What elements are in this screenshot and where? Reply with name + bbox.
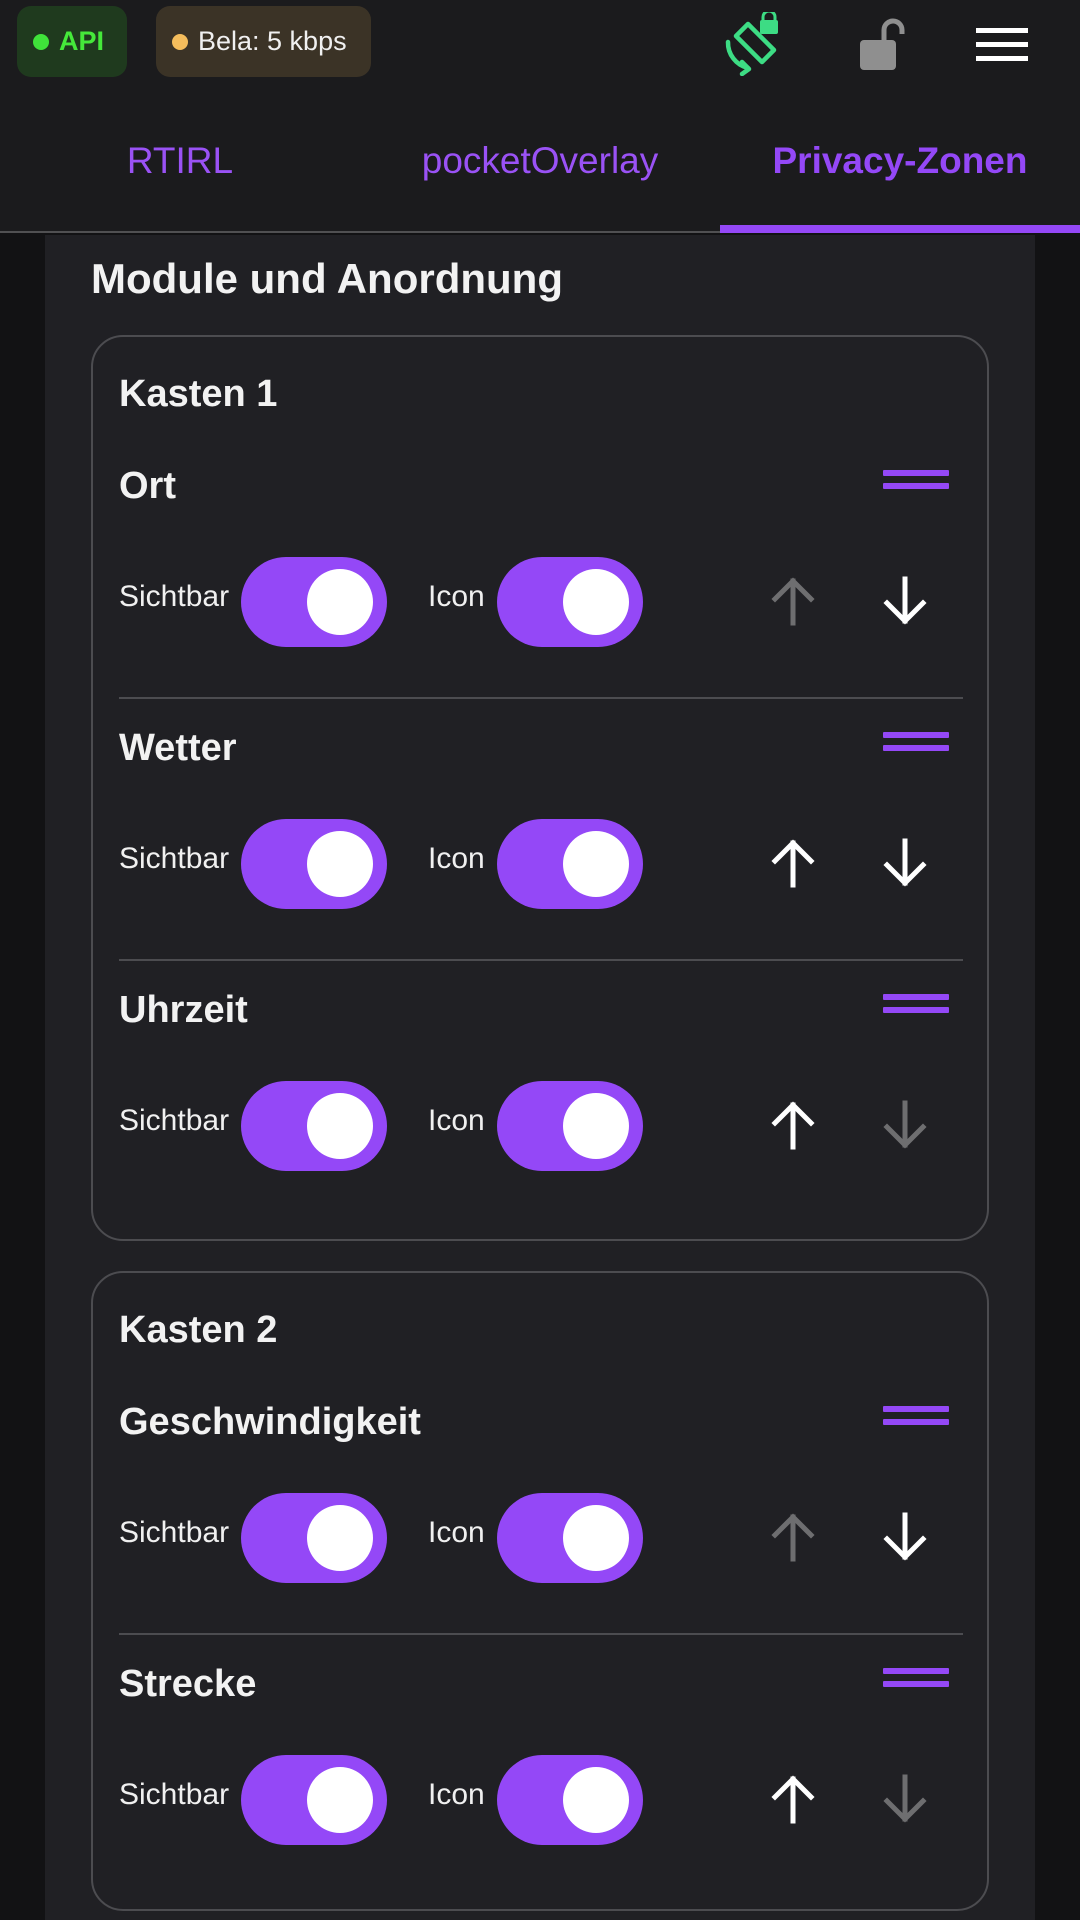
icon-label: Icon bbox=[428, 580, 485, 613]
arrow-down-icon[interactable] bbox=[877, 573, 933, 629]
icon-label: Icon bbox=[428, 1778, 485, 1811]
section-title: Module und Anordnung bbox=[91, 255, 563, 302]
drag-handle-icon[interactable] bbox=[883, 465, 949, 495]
arrow-down-icon[interactable] bbox=[877, 1097, 933, 1153]
arrow-up-icon[interactable] bbox=[765, 1097, 821, 1153]
visible-label: Sichtbar bbox=[119, 842, 230, 875]
menu-icon[interactable] bbox=[970, 12, 1034, 76]
box-title: Kasten 2 bbox=[119, 1309, 278, 1351]
module-name: Geschwindigkeit bbox=[119, 1401, 421, 1443]
visible-label: Sichtbar bbox=[119, 1516, 230, 1549]
arrow-up-icon[interactable] bbox=[765, 835, 821, 891]
api-status-dot bbox=[33, 33, 49, 50]
box-1: Kasten 1 Ort Sichtbar Icon Wetter Sichtb… bbox=[91, 335, 989, 1241]
visible-toggle[interactable] bbox=[241, 1493, 387, 1583]
arrow-down-icon[interactable] bbox=[877, 1509, 933, 1565]
visible-label: Sichtbar bbox=[119, 580, 230, 613]
visible-toggle[interactable] bbox=[241, 557, 387, 647]
tab-rtirl[interactable]: RTIRL bbox=[0, 88, 360, 233]
box-2: Kasten 2 Geschwindigkeit Sichtbar Icon S… bbox=[91, 1271, 989, 1911]
module-strecke: Strecke Sichtbar Icon bbox=[119, 1635, 963, 1897]
module-geschwindigkeit: Geschwindigkeit Sichtbar Icon bbox=[119, 1373, 963, 1635]
icon-label: Icon bbox=[428, 1104, 485, 1137]
visible-label: Sichtbar bbox=[119, 1778, 230, 1811]
top-bar: API Bela: 5 kbps bbox=[0, 0, 1080, 88]
module-name: Uhrzeit bbox=[119, 989, 248, 1031]
module-wetter: Wetter Sichtbar Icon bbox=[119, 699, 963, 961]
icon-toggle[interactable] bbox=[497, 1493, 643, 1583]
icon-toggle[interactable] bbox=[497, 1081, 643, 1171]
api-status-badge[interactable]: API bbox=[17, 6, 127, 77]
arrow-up-icon[interactable] bbox=[765, 1771, 821, 1827]
icon-toggle[interactable] bbox=[497, 557, 643, 647]
drag-handle-icon[interactable] bbox=[883, 1401, 949, 1431]
visible-toggle[interactable] bbox=[241, 1755, 387, 1845]
tab-pocketoverlay[interactable]: pocketOverlay bbox=[360, 88, 720, 233]
drag-handle-icon[interactable] bbox=[883, 727, 949, 757]
tab-bar: RTIRL pocketOverlay Privacy-Zonen bbox=[0, 88, 1080, 233]
arrow-up-icon[interactable] bbox=[765, 1509, 821, 1565]
visible-label: Sichtbar bbox=[119, 1104, 230, 1137]
bela-status-badge[interactable]: Bela: 5 kbps bbox=[156, 6, 371, 77]
unlock-icon[interactable] bbox=[846, 12, 910, 76]
visible-toggle[interactable] bbox=[241, 1081, 387, 1171]
drag-handle-icon[interactable] bbox=[883, 1663, 949, 1693]
module-uhrzeit: Uhrzeit Sichtbar Icon bbox=[119, 961, 963, 1223]
icon-toggle[interactable] bbox=[497, 1755, 643, 1845]
module-name: Wetter bbox=[119, 727, 237, 769]
drag-handle-icon[interactable] bbox=[883, 989, 949, 1019]
rotation-lock-icon[interactable] bbox=[722, 12, 786, 76]
icon-label: Icon bbox=[428, 842, 485, 875]
arrow-down-icon[interactable] bbox=[877, 835, 933, 891]
bela-status-dot bbox=[172, 33, 188, 50]
module-name: Ort bbox=[119, 465, 176, 507]
tab-privacy-zonen[interactable]: Privacy-Zonen bbox=[720, 88, 1080, 233]
arrow-up-icon[interactable] bbox=[765, 573, 821, 629]
bela-status-label: Bela: 5 kbps bbox=[198, 26, 347, 56]
api-status-label: API bbox=[59, 26, 105, 56]
active-tab-indicator bbox=[720, 225, 1080, 233]
module-ort: Ort Sichtbar Icon bbox=[119, 437, 963, 699]
arrow-down-icon[interactable] bbox=[877, 1771, 933, 1827]
visible-toggle[interactable] bbox=[241, 819, 387, 909]
module-name: Strecke bbox=[119, 1663, 257, 1705]
modules-panel: Module und Anordnung Kasten 1 Ort Sichtb… bbox=[45, 235, 1035, 1920]
box-title: Kasten 1 bbox=[119, 373, 278, 415]
icon-toggle[interactable] bbox=[497, 819, 643, 909]
icon-label: Icon bbox=[428, 1516, 485, 1549]
